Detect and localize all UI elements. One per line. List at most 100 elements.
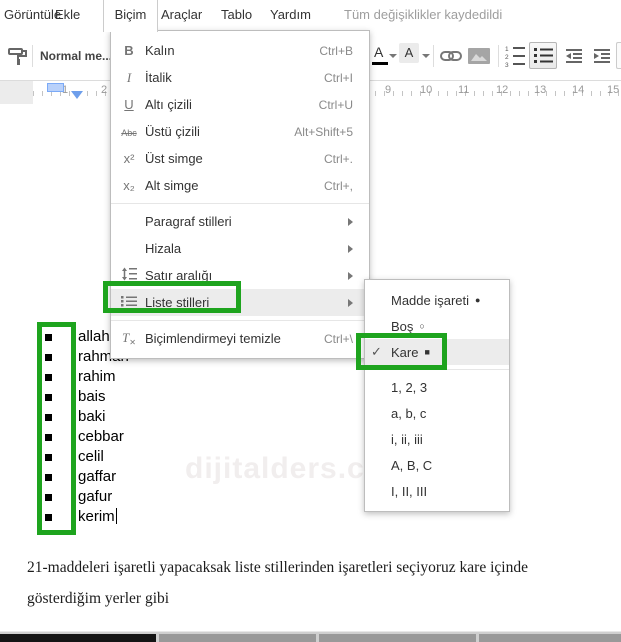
menu-item-ust-simge[interactable]: Üst simge Ctrl+. xyxy=(111,145,369,172)
list-item[interactable]: baki xyxy=(78,408,106,428)
menu-item-label: Üst simge xyxy=(145,151,203,166)
bullet-symbol: ○ xyxy=(419,321,425,331)
toolbar-partial-button[interactable] xyxy=(616,42,621,69)
text-color-button[interactable]: A xyxy=(374,44,383,60)
menu-item-label: İtalik xyxy=(145,70,172,85)
list-item[interactable]: gafur xyxy=(78,488,112,508)
bulleted-list-button-active[interactable] xyxy=(529,42,557,69)
menu-item-italik[interactable]: İtalik Ctrl+I xyxy=(111,64,369,91)
menu-item-satir-araligi[interactable]: Satır aralığı xyxy=(111,262,369,289)
paragraph-style-selector[interactable]: Normal me... xyxy=(40,32,112,80)
format-painter-icon[interactable] xyxy=(8,47,28,65)
text-color-caret-icon[interactable] xyxy=(389,54,397,58)
square-bullet xyxy=(45,354,52,361)
menu-bicim-open[interactable]: Biçim xyxy=(103,0,158,32)
submenu-item-label: I, II, III xyxy=(391,483,428,499)
menu-item-shortcut: Ctrl+U xyxy=(318,97,353,112)
toolbar-separator xyxy=(32,45,33,67)
submenu-item-abc-upper[interactable]: A, B, C xyxy=(365,452,509,478)
submenu-item-123[interactable]: 1, 2, 3 xyxy=(365,374,509,400)
svg-text:3: 3 xyxy=(505,62,509,67)
italic-icon xyxy=(119,70,139,86)
menu-item-kalin[interactable]: Kalın Ctrl+B xyxy=(111,37,369,64)
list-item[interactable]: rahim xyxy=(78,368,116,388)
menu-item-alti-cizili[interactable]: Altı çizili Ctrl+U xyxy=(111,91,369,118)
taskbar-window[interactable] xyxy=(479,634,621,642)
bullet-symbol: ● xyxy=(475,295,481,305)
menu-item-label: Hizala xyxy=(145,241,182,256)
menu-item-label: Kalın xyxy=(145,43,175,58)
numbered-list-icon[interactable]: 1 2 3 xyxy=(505,45,525,67)
superscript-icon xyxy=(119,151,139,166)
menu-yardim[interactable]: Yardım xyxy=(270,0,311,30)
menu-goruntule[interactable]: Görüntüle xyxy=(4,0,61,30)
ruler-number: 15 xyxy=(607,84,620,96)
first-line-indent-marker[interactable] xyxy=(47,83,64,92)
taskbar-window[interactable] xyxy=(159,634,316,642)
submenu-item-bos[interactable]: Boş ○ xyxy=(365,313,509,339)
submenu-item-kare[interactable]: ✓ Kare ■ xyxy=(365,339,509,365)
highlight-color-button[interactable]: A xyxy=(399,43,419,63)
submenu-item-madde-isareti[interactable]: Madde işareti ● xyxy=(365,287,509,313)
submenu-item-label: Madde işareti xyxy=(391,292,470,308)
format-menu: Kalın Ctrl+B İtalik Ctrl+I Altı çizili C… xyxy=(110,30,370,359)
subscript-icon xyxy=(119,178,139,193)
insert-image-icon[interactable] xyxy=(468,48,490,64)
bulleted-list-icon xyxy=(534,48,553,63)
list-item[interactable]: celil xyxy=(78,448,104,468)
check-icon: ✓ xyxy=(371,344,382,359)
list-styles-submenu: Madde işareti ● Boş ○ ✓ Kare ■ 1, 2, 3 a… xyxy=(364,279,510,512)
left-indent-marker[interactable] xyxy=(71,91,83,99)
highlight-color-caret-icon[interactable] xyxy=(422,54,430,58)
submenu-item-abc-lower[interactable]: a, b, c xyxy=(365,400,509,426)
menu-item-liste-stilleri[interactable]: Liste stilleri xyxy=(111,289,369,316)
submenu-item-roman-lower[interactable]: i, ii, iii xyxy=(365,426,509,452)
menu-araclar[interactable]: Araçlar xyxy=(161,0,202,30)
increase-indent-icon[interactable] xyxy=(592,48,612,65)
submenu-item-label: a, b, c xyxy=(391,405,427,421)
menubar: Görüntüle Ekle Araçlar Tablo Yardım Tüm … xyxy=(0,0,621,31)
decrease-indent-icon[interactable] xyxy=(564,48,584,65)
bold-icon xyxy=(119,43,139,58)
menu-ekle[interactable]: Ekle xyxy=(55,0,80,30)
list-item-text: kerim xyxy=(78,508,115,525)
taskbar-window-active[interactable] xyxy=(0,634,156,642)
list-item[interactable]: cebbar xyxy=(78,428,124,448)
menu-item-label: Üstü çizili xyxy=(145,124,200,139)
text-color-bar xyxy=(372,62,388,65)
submenu-item-roman-upper[interactable]: I, II, III xyxy=(365,478,509,504)
list-item[interactable]: kerim xyxy=(78,508,117,528)
insert-link-icon[interactable] xyxy=(440,50,462,62)
menu-item-bicimlendirmeyi-temizle[interactable]: Biçimlendirmeyi temizle Ctrl+\ xyxy=(111,325,369,352)
square-bullet xyxy=(45,454,52,461)
menu-item-paragraf-stilleri[interactable]: Paragraf stilleri xyxy=(111,208,369,235)
menu-item-ustu-cizili[interactable]: Üstü çizili Alt+Shift+5 xyxy=(111,118,369,145)
text-cursor xyxy=(115,508,117,524)
strikethrough-icon xyxy=(119,124,139,139)
caption-text[interactable]: 21-maddeleri işaretli yapacaksak liste s… xyxy=(27,552,572,614)
menu-tablo[interactable]: Tablo xyxy=(221,0,252,30)
submenu-item-label: i, ii, iii xyxy=(391,431,423,447)
ruler-number: 14 xyxy=(572,84,585,96)
submenu-arrow-icon xyxy=(348,244,353,253)
menu-item-label: Biçimlendirmeyi temizle xyxy=(145,331,281,346)
svg-text:2: 2 xyxy=(505,54,509,61)
menu-item-label: Altı çizili xyxy=(145,97,192,112)
submenu-arrow-icon xyxy=(348,298,353,307)
menu-item-shortcut: Ctrl+, xyxy=(323,178,353,193)
menu-item-shortcut: Ctrl+. xyxy=(323,151,353,166)
menu-item-hizala[interactable]: Hizala xyxy=(111,235,369,262)
clear-formatting-icon xyxy=(119,330,139,347)
toolbar-separator xyxy=(498,45,499,67)
list-item[interactable]: gaffar xyxy=(78,468,116,488)
menu-separator xyxy=(111,203,369,204)
submenu-arrow-icon xyxy=(348,217,353,226)
menu-item-alt-simge[interactable]: Alt simge Ctrl+, xyxy=(111,172,369,199)
list-item[interactable]: allah xyxy=(78,328,110,348)
menu-item-label: Paragraf stilleri xyxy=(145,214,232,229)
square-bullet xyxy=(45,514,52,521)
taskbar-window[interactable] xyxy=(319,634,476,642)
ruler-margin-area xyxy=(0,81,33,104)
square-bullet xyxy=(45,414,52,421)
list-item[interactable]: bais xyxy=(78,388,106,408)
